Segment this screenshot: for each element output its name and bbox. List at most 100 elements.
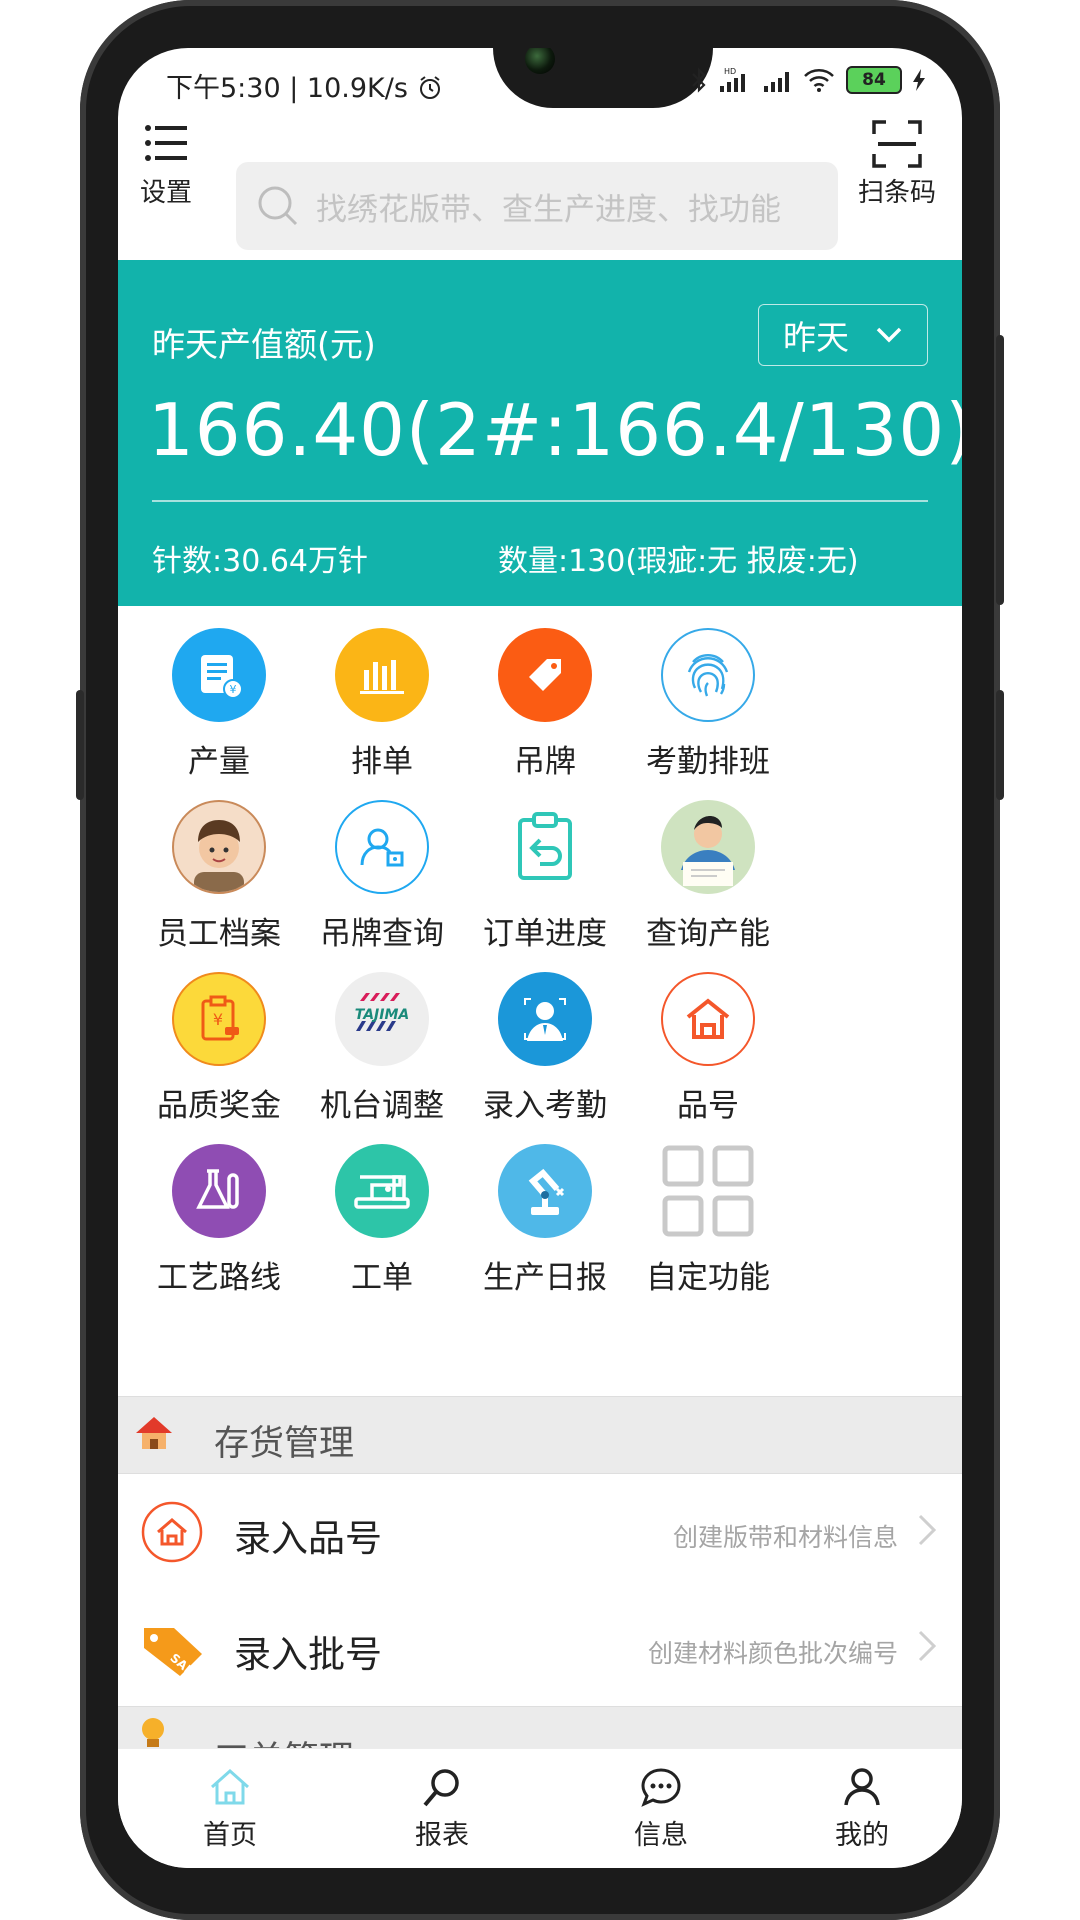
stitch-count: 针数:30.64万针 <box>152 544 368 579</box>
feature-attendance-schedule[interactable]: 考勤排班 <box>608 628 808 808</box>
row-title: 录入批号 <box>234 1633 382 1676</box>
chevron-right-icon <box>918 1514 937 1546</box>
status-speed: 10.9K/s <box>306 73 408 104</box>
bar-chart-icon <box>335 628 429 722</box>
list-item-add-item-number[interactable]: 录入品号 创建版带和材料信息 <box>118 1474 962 1590</box>
row-title: 录入品号 <box>234 1517 382 1560</box>
power-button <box>996 335 1004 605</box>
svg-text:¥: ¥ <box>230 683 237 696</box>
nav-home[interactable]: 首页 <box>160 1765 300 1852</box>
bluetooth-icon <box>692 67 706 93</box>
output-value: 166.40(2#:166.4/130) <box>148 388 962 472</box>
nav-label: 报表 <box>415 1820 469 1851</box>
period-select[interactable]: 昨天 <box>758 304 928 366</box>
wifi-icon <box>804 69 834 92</box>
house-outline-icon <box>141 1501 203 1563</box>
volume-button <box>76 690 84 800</box>
alarm-icon <box>419 76 440 99</box>
search-icon <box>423 1769 459 1807</box>
feature-label: 排单 <box>351 744 413 780</box>
feature-label: 查询产能 <box>646 916 770 952</box>
tag-search-icon <box>335 800 429 894</box>
feature-label: 生产日报 <box>483 1260 607 1296</box>
nav-label: 信息 <box>634 1820 688 1851</box>
status-time: 下午5:30 <box>166 73 281 104</box>
nav-label: 首页 <box>203 1820 257 1851</box>
feature-capacity-query[interactable]: 查询产能 <box>608 800 808 980</box>
nav-profile[interactable]: 我的 <box>792 1765 932 1852</box>
flask-icon <box>172 1144 266 1238</box>
search-placeholder: 找绣花版带、查生产进度、找功能 <box>316 191 781 228</box>
chat-bubble-icon <box>641 1768 681 1807</box>
status-separator: | <box>289 73 307 104</box>
status-right: HD 84 <box>690 66 926 94</box>
attendance-icon <box>498 972 592 1066</box>
bonus-icon: ¥ <box>172 972 266 1066</box>
nav-label: 我的 <box>835 1820 889 1851</box>
menu-icon <box>145 125 187 161</box>
sewing-machine-icon <box>335 1144 429 1238</box>
charging-icon <box>913 69 925 91</box>
search-bar[interactable]: 找绣花版带、查生产进度、找功能 <box>236 162 838 250</box>
tajima-logo-icon: TAJIMA <box>335 972 429 1066</box>
feature-custom[interactable]: 自定功能 <box>608 1144 808 1324</box>
clipboard-return-icon <box>498 800 592 894</box>
scan-icon <box>872 120 922 168</box>
output-icon: ¥ <box>172 628 266 722</box>
nav-messages[interactable]: 信息 <box>591 1765 731 1852</box>
bottom-navigation: 首页 报表 信息 我的 <box>118 1748 962 1868</box>
side-button <box>996 690 1004 800</box>
search-icon <box>258 186 298 226</box>
employee-avatar-icon <box>172 800 266 894</box>
row-description: 创建材料颜色批次编号 <box>647 1639 898 1668</box>
scan-button[interactable]: 扫条码 <box>858 120 936 209</box>
battery-level: 84 <box>862 70 886 90</box>
fingerprint-icon <box>661 628 755 722</box>
feature-label: 工单 <box>351 1260 413 1296</box>
feature-label: 自定功能 <box>646 1260 770 1296</box>
feature-label: 吊牌查询 <box>320 916 444 952</box>
chevron-down-icon <box>876 327 902 343</box>
tag-icon <box>498 628 592 722</box>
feature-label: 考勤排班 <box>646 744 770 780</box>
feature-label: 员工档案 <box>157 916 281 952</box>
house-red-icon <box>136 1417 172 1449</box>
feature-label: 工艺路线 <box>157 1260 281 1296</box>
feature-label: 录入考勤 <box>483 1088 607 1124</box>
settings-label: 设置 <box>140 178 193 208</box>
status-left: 下午5:30 | 10.9K/s <box>166 66 443 105</box>
app-screen: 下午5:30 | 10.9K/s HD 84 设置 找绣花版带、查生产进度、找功… <box>118 48 962 1868</box>
feature-label: 订单进度 <box>483 916 607 952</box>
summary-divider <box>152 500 928 502</box>
signal-icon <box>764 72 789 92</box>
feature-label: 品质奖金 <box>157 1088 281 1124</box>
sale-tag-icon: SALE <box>144 1628 202 1678</box>
user-icon <box>844 1768 880 1806</box>
nav-reports[interactable]: 报表 <box>372 1765 512 1852</box>
battery-indicator: 84 <box>846 66 902 94</box>
signal-hd-icon: HD <box>720 67 745 92</box>
tajima-text: TAJIMA <box>355 1007 409 1023</box>
house-icon <box>661 972 755 1066</box>
output-label: 昨天产值额(元) <box>152 325 376 364</box>
list-item-add-batch-number[interactable]: SALE 录入批号 创建材料颜色批次编号 <box>118 1590 962 1706</box>
capacity-query-icon <box>661 800 755 894</box>
feature-label: 产量 <box>188 744 250 780</box>
home-icon <box>211 1768 249 1805</box>
quantity-info: 数量:130(瑕疵:无 报废:无) <box>498 544 859 579</box>
settings-button[interactable]: 设置 <box>140 120 192 209</box>
feature-label: 机台调整 <box>320 1088 444 1124</box>
row-description: 创建版带和材料信息 <box>672 1523 898 1552</box>
grid-icon <box>661 1144 755 1238</box>
scan-label: 扫条码 <box>858 178 937 208</box>
svg-text:HD: HD <box>724 67 736 76</box>
output-summary-card: 昨天产值额(元) 昨天 166.40(2#:166.4/130) 针数:30.6… <box>118 260 962 606</box>
chevron-right-icon <box>918 1630 937 1662</box>
robot-arm-icon <box>498 1144 592 1238</box>
feature-label: 品号 <box>677 1088 739 1124</box>
inventory-title: 存货管理 <box>214 1424 355 1464</box>
feature-label: 吊牌 <box>514 744 576 780</box>
svg-text:¥: ¥ <box>213 1010 223 1029</box>
top-toolbar: 设置 找绣花版带、查生产进度、找功能 扫条码 <box>118 120 962 260</box>
feature-item-number[interactable]: 品号 <box>608 972 808 1152</box>
